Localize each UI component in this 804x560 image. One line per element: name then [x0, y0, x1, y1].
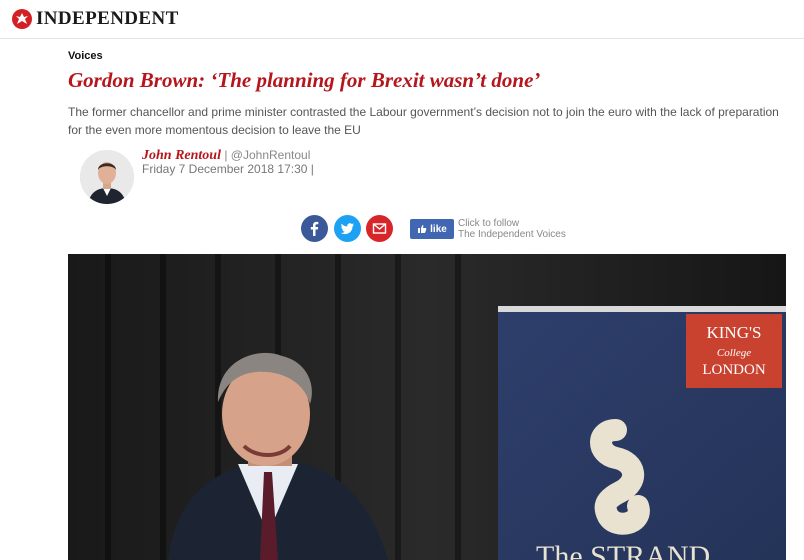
independent-eagle-icon[interactable]: [12, 9, 32, 29]
site-header: INDEPENDENT: [0, 0, 804, 39]
article-standfirst: The former chancellor and prime minister…: [68, 105, 779, 137]
site-logo[interactable]: INDEPENDENT: [36, 8, 179, 30]
section-label[interactable]: Voices: [68, 50, 103, 62]
hero-image: KING'S College LONDON The STRAND: [68, 254, 786, 560]
banner-text-line2: College: [717, 347, 751, 359]
facebook-share-button[interactable]: [301, 215, 328, 242]
banner-text-line1: KING'S: [706, 323, 761, 342]
article-headline: Gordon Brown: ‘The planning for Brexit w…: [68, 68, 541, 92]
follow-prompt[interactable]: Click to follow The Independent Voices: [458, 218, 566, 240]
follow-line1: Click to follow: [458, 218, 520, 229]
banner-bottom-text: The STRAND: [536, 540, 710, 560]
publish-date: Friday 7 December 2018 17:30 |: [142, 162, 314, 176]
twitter-share-button[interactable]: [334, 215, 361, 242]
follow-line2: The Independent Voices: [458, 229, 566, 240]
author-handle[interactable]: @JohnRentoul: [231, 148, 311, 162]
author-name[interactable]: John Rentoul: [142, 148, 221, 163]
like-button[interactable]: like: [410, 219, 454, 239]
email-share-button[interactable]: [366, 215, 393, 242]
thumbs-up-icon: [418, 225, 427, 233]
email-icon: [372, 223, 387, 234]
twitter-icon: [340, 223, 354, 235]
byline-separator: |: [224, 148, 228, 162]
facebook-icon: [310, 221, 319, 236]
author-avatar[interactable]: [80, 150, 134, 204]
banner-text-line3: LONDON: [702, 362, 765, 378]
like-label: like: [430, 223, 447, 235]
